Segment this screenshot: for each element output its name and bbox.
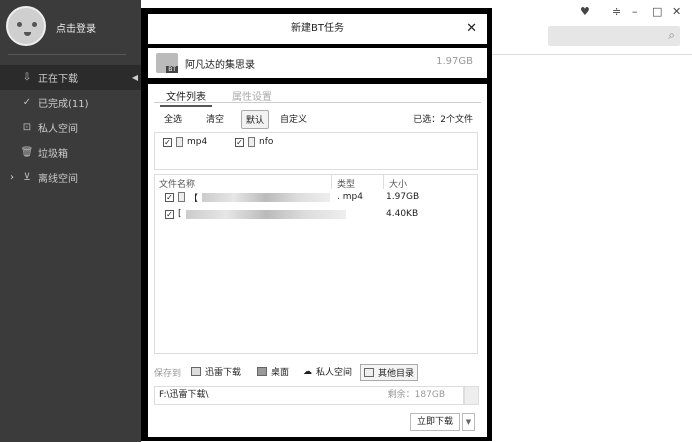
column-name[interactable]: 文件名称 xyxy=(159,177,195,190)
dialog-title: 新建BT任务 xyxy=(291,23,344,34)
sidebar-item-label: 正在下载 xyxy=(38,74,78,85)
avatar[interactable] xyxy=(6,6,46,46)
sidebar-item-label: 离线空间 xyxy=(38,174,78,185)
maximize-icon[interactable]: □ xyxy=(652,5,662,18)
tab-file-list[interactable]: 文件列表 xyxy=(160,88,212,107)
dialog-content: 文件列表 属性设置 全选 清空 默认 自定义 已选：2个文件 ✓ mp4 ✓ nfo… xyxy=(148,84,487,437)
download-now-button[interactable]: 立即下载 xyxy=(410,413,460,431)
sidebar-item-label: 垃圾箱 xyxy=(38,149,68,160)
lock-icon: ⊡ xyxy=(22,122,32,133)
checkbox[interactable]: ✓ xyxy=(163,137,172,147)
remaining-space: 剩余：187GB xyxy=(387,390,445,400)
torrent-size: 1.97GB xyxy=(436,56,473,67)
sidebar-item-label: 已完成(11) xyxy=(38,99,89,110)
path-input[interactable]: F:\迅雷下载\ 剩余：187GB xyxy=(154,386,464,405)
clear-button[interactable]: 清空 xyxy=(202,110,228,127)
column-size[interactable]: 大小 xyxy=(389,177,407,190)
close-icon[interactable]: ✕ xyxy=(466,14,477,44)
video-file-icon xyxy=(176,137,183,147)
checkbox[interactable]: ✓ xyxy=(165,209,174,219)
blurred-filename xyxy=(185,209,346,219)
type-filter: ✓ mp4 ✓ nfo xyxy=(154,132,478,170)
file-row[interactable]: ✓ 【 . mp4 1.97GB xyxy=(165,190,465,204)
login-link[interactable]: 点击登录 xyxy=(56,20,96,35)
save-option-private[interactable]: ☁ 私人空间 xyxy=(300,364,355,379)
sidebar-item-label: 私人空间 xyxy=(38,124,78,135)
sidebar-item-downloading[interactable]: ⇩ 正在下载 ◀ xyxy=(0,65,141,90)
check-circle-icon: ✓ xyxy=(22,97,32,108)
file-list: 文件名称 类型 大小 ✓ 【 . mp4 1.97GB ✓ [ 4.40KB xyxy=(154,174,478,354)
filter-nfo[interactable]: ✓ nfo xyxy=(235,137,273,147)
caret-icon: ◀ xyxy=(131,73,138,82)
checkbox[interactable]: ✓ xyxy=(235,137,244,147)
cloud-icon: ☁ xyxy=(303,366,312,377)
chevron-down-icon[interactable]: ▼ xyxy=(462,413,475,431)
chevron-right-icon[interactable]: › xyxy=(10,172,14,183)
divider xyxy=(8,54,126,55)
blurred-filename xyxy=(202,192,331,202)
minimize-icon[interactable]: – xyxy=(632,5,638,18)
sidebar-item-completed[interactable]: ✓ 已完成(11) xyxy=(0,90,141,115)
sidebar: 点击登录 ⇩ 正在下载 ◀ ✓ 已完成(11) ⊡ 私人空间 🗑 垃圾箱 › ⊻ 离线空间 xyxy=(0,0,141,442)
desktop-icon xyxy=(257,367,267,376)
sidebar-item-private[interactable]: ⊡ 私人空间 xyxy=(0,115,141,140)
dialog-titlebar: 新建BT任务 ✕ xyxy=(148,14,487,44)
folder-icon xyxy=(191,367,201,376)
column-type[interactable]: 类型 xyxy=(337,177,355,190)
bt-file-icon: BT xyxy=(156,53,178,73)
default-button[interactable]: 默认 xyxy=(241,110,270,129)
sidebar-item-offline[interactable]: › ⊻ 离线空间 xyxy=(0,165,141,190)
torrent-info: BT 阿凡达的集思录 1.97GB xyxy=(148,48,487,78)
save-option-xunlei[interactable]: 迅雷下载 xyxy=(188,364,244,379)
sidebar-item-trash[interactable]: 🗑 垃圾箱 xyxy=(0,140,141,165)
filter-mp4[interactable]: ✓ mp4 xyxy=(163,137,207,147)
nfo-file-icon xyxy=(248,137,255,147)
search-input[interactable]: ⌕ xyxy=(548,26,680,46)
new-bt-task-dialog: 新建BT任务 ✕ BT 阿凡达的集思录 1.97GB 文件列表 属性设置 全选 … xyxy=(141,8,492,441)
save-to-label: 保存到 xyxy=(154,369,182,379)
file-row[interactable]: ✓ [ 4.40KB xyxy=(165,207,465,221)
save-option-other[interactable]: 其他目录 xyxy=(360,364,419,381)
video-file-icon xyxy=(178,192,185,202)
save-option-desktop[interactable]: 桌面 xyxy=(254,364,292,379)
skin-icon[interactable]: ♥ xyxy=(580,5,590,18)
torrent-name: 阿凡达的集思录 xyxy=(185,60,255,71)
select-all-button[interactable]: 全选 xyxy=(160,110,186,127)
close-window-icon[interactable]: ✕ xyxy=(672,5,681,18)
search-icon[interactable]: ⌕ xyxy=(668,28,675,43)
cloud-download-icon: ⊻ xyxy=(23,172,31,183)
browse-folder-button[interactable] xyxy=(464,386,479,405)
selected-count: 已选：2个文件 xyxy=(413,115,473,125)
menu-icon[interactable]: ≑ xyxy=(612,5,621,18)
checkbox[interactable]: ✓ xyxy=(165,192,174,202)
trash-icon: 🗑 xyxy=(20,147,34,158)
custom-button[interactable]: 自定义 xyxy=(276,110,311,127)
tab-properties[interactable]: 属性设置 xyxy=(232,88,272,103)
folder-icon xyxy=(364,368,374,377)
download-icon: ⇩ xyxy=(22,72,32,83)
